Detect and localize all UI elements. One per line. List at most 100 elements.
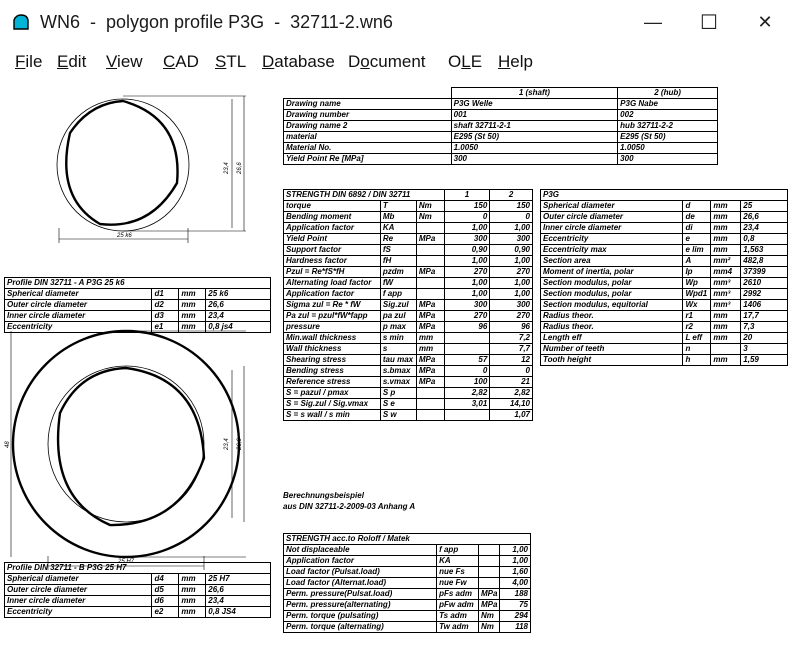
strength-row-cell: 1,00 <box>443 255 491 267</box>
hub-dim-left: 48 <box>5 441 11 448</box>
header-row-cell: 002 <box>617 109 718 121</box>
strength-row-cell: Mb <box>379 211 417 223</box>
profile-a-row-cell: Inner circle diameter <box>3 310 153 322</box>
profile-a-row-cell: 25 k6 <box>205 288 271 300</box>
header-row-cell: 300 <box>450 153 619 165</box>
roloff-row-cell: Nm <box>477 610 501 622</box>
profile-b-row-cell: mm <box>178 584 207 596</box>
strength-row-cell: s <box>379 343 417 355</box>
profile-b-row-cell: 25 H7 <box>205 573 271 585</box>
strength-row-cell: 7,2 <box>489 332 533 344</box>
menu-ole[interactable]: OLE <box>448 52 482 72</box>
profile-a-row-cell: mm <box>178 288 207 300</box>
strength-row-cell: Sigma zul = Re * fW <box>283 299 381 311</box>
strength-row-cell: 2,82 <box>489 387 533 399</box>
p3g-row-cell: mm <box>710 211 742 223</box>
menu-file[interactable]: File <box>15 52 42 72</box>
menu-cad[interactable]: CAD <box>163 52 199 72</box>
strength-row-cell: 1,00 <box>443 288 491 300</box>
strength-row-cell <box>415 398 445 410</box>
profile-b-row-cell: 26,6 <box>205 584 271 596</box>
roloff-row-cell: Ts adm <box>436 610 479 622</box>
p3g-row-cell: Eccentricity <box>539 233 684 245</box>
roloff-row-cell: nue Fw <box>436 577 479 589</box>
strength-row-cell: MPa <box>415 310 445 322</box>
roloff-row: Application factor KA 1,00 <box>282 555 531 567</box>
shaft-dim-bottom: 25 k6 <box>116 233 132 239</box>
p3g-row: Number of teeth n 3 <box>539 343 788 355</box>
strength-row-cell: S e <box>379 398 417 410</box>
p3g-row-cell: 2610 <box>740 277 788 289</box>
minimize-button[interactable]: — <box>625 0 681 44</box>
p3g-row: Radius theor. r2 mm 7,3 <box>539 321 788 333</box>
strength-row-cell: 270 <box>489 266 533 278</box>
p3g-row-cell: Section modulus, polar <box>539 288 684 300</box>
profile-b-row-cell: d4 <box>151 573 180 585</box>
menu-database[interactable]: Database <box>262 52 335 72</box>
strength-row: Yield Point Re MPa 300 300 <box>283 233 533 245</box>
profile-a-row-cell: 26,6 <box>205 299 271 311</box>
strength-title: STRENGTH DIN 6892 / DIN 32711 <box>283 189 445 201</box>
maximize-button[interactable]: ☐ <box>681 0 737 44</box>
strength-row-cell <box>415 409 445 421</box>
header-row-cell: E295 (St 50) <box>450 131 619 143</box>
p3g-row-cell: r2 <box>682 321 712 333</box>
profile-b-row-cell: Inner circle diameter <box>3 595 153 607</box>
strength-row-cell: mm <box>415 343 445 355</box>
roloff-row-cell: 188 <box>499 588 531 600</box>
strength-roloff-table: STRENGTH acc.to Roloff / Matek Not displ… <box>282 533 531 633</box>
roloff-row-cell: Perm. torque (pulsating) <box>282 610 438 622</box>
strength-row-cell: S p <box>379 387 417 399</box>
roloff-row-cell: Perm. pressure(alternating) <box>282 599 438 611</box>
p3g-row-cell: 482,8 <box>740 255 788 267</box>
header-row-cell: material <box>283 131 452 143</box>
strength-row-cell: Pa zul = pzul*fW*fapp <box>283 310 381 322</box>
header-row: Drawing name P3G Welle P3G Nabe <box>283 98 718 110</box>
header-row-cell: P3G Welle <box>450 98 619 110</box>
profile-a-row-cell: 23,4 <box>205 310 271 322</box>
header-row-cell: Drawing name <box>283 98 452 110</box>
strength-row: Alternating load factor fW 1,00 1,00 <box>283 277 533 289</box>
p3g-row-cell: n <box>682 343 712 355</box>
p3g-title: P3G <box>540 189 788 201</box>
header-row-cell: 1.0050 <box>617 142 718 154</box>
roloff-row-cell: 1,00 <box>499 544 531 556</box>
menu-view[interactable]: View <box>106 52 143 72</box>
p3g-row-cell: 1,59 <box>740 354 788 366</box>
hub-drawing <box>10 329 246 570</box>
strength-row-cell: 0 <box>489 365 533 377</box>
strength-row-cell: pressure <box>283 321 381 333</box>
p3g-row-cell: Section area <box>539 255 684 267</box>
strength-row: Min.wall thickness s min mm 7,2 <box>283 332 533 344</box>
strength-col2: 2 <box>489 189 533 201</box>
header-row-cell: Drawing number <box>283 109 452 121</box>
p3g-row: Tooth height h mm 1,59 <box>539 354 788 366</box>
strength-row-cell: 270 <box>443 266 491 278</box>
roloff-row-cell <box>477 544 501 556</box>
strength-row-cell: Bending moment <box>283 211 381 223</box>
p3g-row-cell: Tooth height <box>539 354 684 366</box>
profile-b-row-cell: Spherical diameter <box>3 573 153 585</box>
strength-row-cell: f app <box>379 288 417 300</box>
drawing-info-table: 1 (shaft) 2 (hub) Drawing name P3G Welle P… <box>283 87 718 165</box>
profile-a-row-cell: e1 <box>151 321 180 333</box>
strength-row-cell: Support factor <box>283 244 381 256</box>
header-col-hub: 2 (hub) <box>617 87 718 99</box>
strength-row-cell: Application factor <box>283 288 381 300</box>
strength-col1: 1 <box>443 189 491 201</box>
menu-edit[interactable]: Edit <box>57 52 86 72</box>
roloff-row-cell: Load factor (Pulsat.load) <box>282 566 438 578</box>
menu-document[interactable]: Document <box>348 52 426 72</box>
close-button[interactable]: ✕ <box>737 0 793 44</box>
menu-stl[interactable]: STL <box>215 52 246 72</box>
roloff-row-cell: 1,60 <box>499 566 531 578</box>
menu-help[interactable]: Help <box>498 52 533 72</box>
p3g-row: Moment of inertia, polar Ip mm4 37399 <box>539 266 788 278</box>
strength-row-cell: MPa <box>415 266 445 278</box>
window-title: WN6 - polygon profile P3G - 32711-2.wn6 <box>40 12 393 32</box>
p3g-row-cell: Length eff <box>539 332 684 344</box>
p3g-row-cell <box>710 343 742 355</box>
profile-a-title: Profile DIN 32711 - A P3G 25 k6 <box>4 277 271 289</box>
p3g-row-cell: d <box>682 200 712 212</box>
strength-row: Application factor KA 1,00 1,00 <box>283 222 533 234</box>
